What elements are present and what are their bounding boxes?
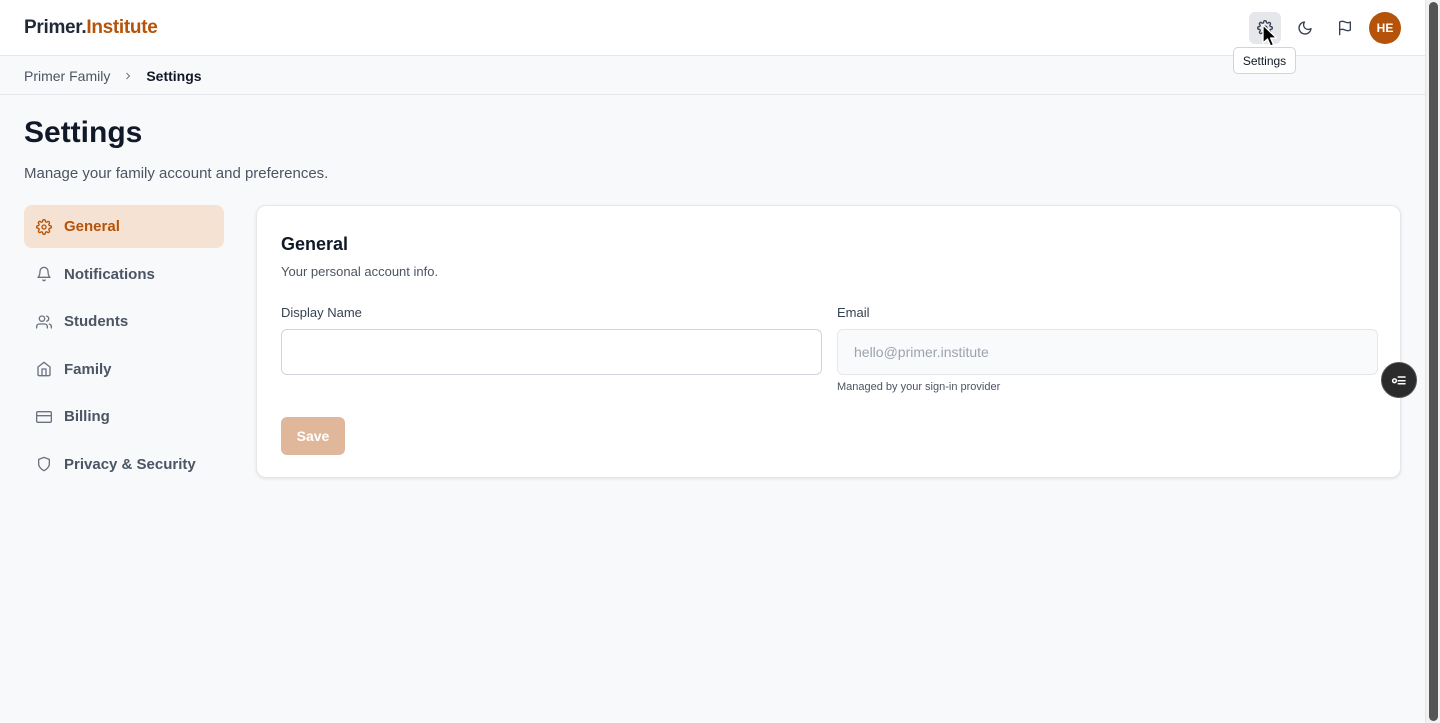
bell-icon — [37, 266, 51, 282]
checklist-icon — [1391, 376, 1406, 385]
page-scrollbar[interactable] — [1425, 0, 1440, 723]
nav-item-label: Notifications — [64, 265, 155, 283]
app-viewport: Primer.Institute HE Settings Primer Fami… — [0, 0, 1425, 723]
home-icon — [37, 361, 51, 377]
scrollbar-thumb[interactable] — [1429, 2, 1438, 721]
nav-item-family[interactable]: Family — [24, 348, 224, 391]
chevron-right-icon — [122, 69, 136, 83]
save-button[interactable]: Save — [281, 417, 345, 455]
email-input — [837, 329, 1378, 375]
nav-item-students[interactable]: Students — [24, 300, 224, 343]
nav-item-general[interactable]: General — [24, 205, 224, 248]
breadcrumb-item-settings: Settings — [146, 67, 202, 84]
page-title: Settings — [24, 116, 143, 149]
nav-item-label: Students — [64, 313, 129, 330]
page-subtitle: Manage your family account and preferenc… — [24, 165, 329, 182]
avatar[interactable]: HE — [1369, 12, 1401, 44]
email-label: Email — [837, 305, 870, 320]
nav-item-label: General — [64, 218, 120, 235]
email-hint: Managed by your sign-in provider — [837, 381, 1001, 393]
moon-icon — [1298, 21, 1312, 35]
gear-icon — [36, 218, 52, 235]
shield-icon — [38, 456, 50, 472]
theme-toggle-button[interactable] — [1289, 12, 1321, 44]
credit-card-icon — [36, 410, 52, 423]
users-icon — [36, 314, 52, 329]
card-title: General — [281, 234, 349, 254]
nav-item-privacy-security[interactable]: Privacy & Security — [24, 443, 224, 486]
logo-institute: Institute — [86, 17, 158, 38]
display-name-input[interactable] — [281, 329, 822, 375]
nav-item-label: Privacy & Security — [64, 455, 196, 473]
logo[interactable]: Primer.Institute — [24, 17, 158, 39]
report-button[interactable] — [1329, 12, 1361, 44]
nav-item-label: Billing — [64, 408, 110, 425]
mouse-cursor-icon — [1262, 24, 1278, 47]
floating-checklist-button[interactable] — [1381, 362, 1417, 398]
top-bar: Primer.Institute HE — [0, 0, 1425, 56]
card-subtitle: Your personal account info. — [281, 264, 439, 279]
logo-primer: Primer. — [24, 17, 87, 38]
flag-icon — [1339, 20, 1351, 36]
display-name-label: Display Name — [281, 305, 362, 320]
nav-item-notifications[interactable]: Notifications — [24, 253, 224, 296]
nav-item-billing[interactable]: Billing — [24, 395, 224, 438]
breadcrumb-item-primer-family[interactable]: Primer Family — [24, 68, 110, 84]
general-settings-card: General Your personal account info. Disp… — [256, 205, 1401, 478]
settings-nav: General Notifications Students Family Bi… — [24, 205, 224, 490]
nav-item-label: Family — [64, 360, 112, 378]
breadcrumb: Primer Family Settings — [0, 57, 1425, 95]
